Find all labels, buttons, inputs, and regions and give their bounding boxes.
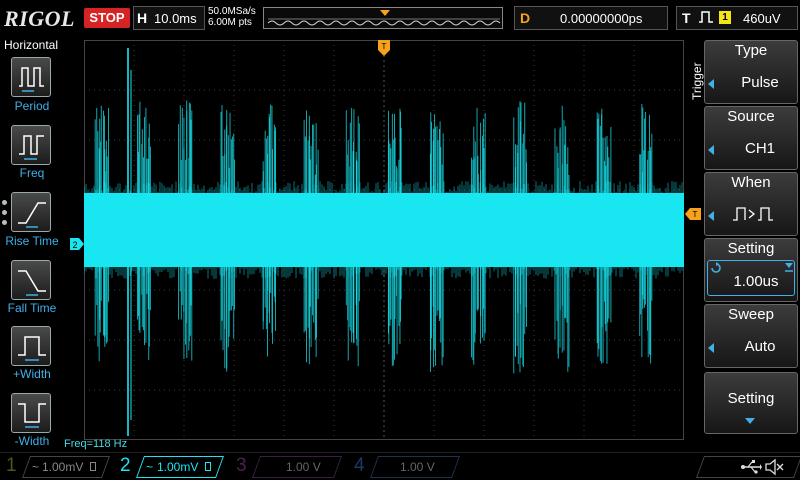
- trigger-more-title: Setting: [727, 390, 775, 407]
- down-arrow-icon: [745, 418, 755, 424]
- trigger-level-label: T: [693, 210, 698, 219]
- trigger-sweep-value: Auto: [744, 338, 776, 355]
- waveform-graticule: [84, 40, 684, 440]
- waveform-overview-icon: [267, 10, 501, 26]
- negative-width-label: -Width: [14, 434, 50, 448]
- trigger-setting-title: Setting: [727, 240, 775, 257]
- fall-time-label: Fall Time: [7, 301, 57, 315]
- frequency-label: Freq: [19, 166, 45, 180]
- frequency-button[interactable]: [11, 125, 51, 165]
- trigger-type-value: Pulse: [741, 74, 779, 91]
- channel-1-number: 1: [6, 455, 17, 476]
- left-arrow-icon: [708, 211, 714, 221]
- bandwidth-limit-icon: [90, 462, 96, 471]
- rise-time-icon: [18, 202, 46, 228]
- positive-width-label: +Width: [13, 367, 51, 381]
- positive-width-button[interactable]: [11, 326, 51, 366]
- trigger-source-value: CH1: [744, 140, 775, 157]
- page-dots: [2, 200, 7, 230]
- trigger-position-label: T: [382, 42, 387, 51]
- frequency-measurement: Freq=118 Hz: [64, 438, 128, 450]
- trigger-label: T: [682, 10, 691, 26]
- fall-time-icon: [18, 270, 46, 296]
- timebase-label: H: [137, 10, 148, 26]
- left-arrow-icon: [708, 343, 714, 353]
- pulse-width-condition-icon: [733, 207, 773, 221]
- channel-offset-label: 2: [72, 240, 77, 250]
- frequency-icon: [19, 135, 44, 160]
- channel-2-coupling: ~: [146, 460, 154, 474]
- trigger-when-title: When: [731, 174, 771, 191]
- trigger-menu-title: Trigger: [690, 62, 704, 100]
- channel-4-number: 4: [354, 455, 365, 476]
- rise-time-label: Rise Time: [5, 234, 59, 248]
- trigger-setting-value: 1.00us: [733, 273, 779, 290]
- channel-1-scale: 1.00mV: [42, 460, 84, 474]
- channel-1-coupling: ~: [32, 460, 40, 474]
- trigger-source-title: Source: [727, 108, 775, 125]
- trigger-level-marker[interactable]: T: [685, 208, 701, 220]
- pulse-trigger-icon: [699, 11, 713, 23]
- trigger-type-title: Type: [734, 42, 768, 59]
- horizontal-menu-title: Horizontal: [3, 38, 59, 52]
- positive-width-icon: [18, 336, 46, 361]
- left-arrow-icon: [708, 79, 714, 89]
- channel-3-scale: 1.00 V: [286, 460, 321, 474]
- timebase-value: 10.0ms: [154, 11, 197, 26]
- delay-value: 0.00000000ps: [560, 11, 643, 26]
- period-icon: [19, 67, 44, 92]
- trigger-sweep-title: Sweep: [728, 306, 774, 323]
- fall-time-button[interactable]: [11, 260, 51, 300]
- delay-label: D: [520, 10, 531, 26]
- rise-time-button[interactable]: [11, 192, 51, 232]
- channel-3-number: 3: [236, 455, 247, 476]
- period-button[interactable]: [11, 57, 51, 97]
- period-label: Period: [14, 99, 50, 113]
- negative-width-icon: [18, 403, 46, 428]
- memory-depth: 6.00M pts: [208, 17, 252, 28]
- usb-icon: [741, 460, 762, 474]
- sample-rate: 50.0MSa/s: [208, 6, 256, 17]
- channel-offset-marker[interactable]: 2: [70, 238, 84, 250]
- bandwidth-limit-icon: [205, 462, 211, 471]
- trigger-position-marker[interactable]: T: [378, 40, 390, 56]
- channel-4-scale: 1.00 V: [400, 460, 435, 474]
- channel-2-number: 2: [120, 455, 131, 476]
- channel-2-scale: 1.00mV: [157, 460, 199, 474]
- brand-logo: RIGOL: [4, 6, 75, 31]
- memory-navigator[interactable]: [263, 7, 503, 29]
- waveform-display[interactable]: [84, 40, 684, 440]
- run-stop-button[interactable]: STOP: [84, 8, 130, 28]
- trigger-channel-badge: 1: [719, 11, 731, 24]
- speaker-mute-icon: [765, 458, 784, 476]
- negative-width-button[interactable]: [11, 393, 51, 433]
- left-arrow-icon: [708, 145, 714, 155]
- trigger-level: 460uV: [743, 11, 781, 26]
